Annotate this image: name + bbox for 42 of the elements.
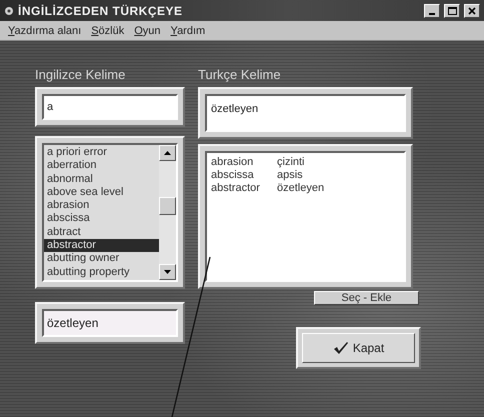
close-button[interactable] [464, 4, 480, 18]
result-turkish: özetleyen [277, 182, 326, 195]
list-item[interactable]: abstractor [44, 239, 159, 252]
list-item[interactable]: abscissa [44, 212, 159, 226]
list-item[interactable]: a priori error [44, 146, 159, 160]
select-add-button[interactable]: Seç - Ekle [314, 291, 419, 305]
list-item[interactable]: above sea level [44, 186, 159, 200]
minimize-button[interactable] [424, 4, 440, 18]
menu-item[interactable]: Oyun [134, 24, 161, 36]
menu-item[interactable]: Yazdırma alanı [8, 24, 82, 36]
result-english: abscissa [211, 169, 255, 182]
list-item[interactable]: abrasion [44, 199, 159, 212]
result-english: abstractor [211, 182, 261, 195]
result-turkish: çizinti [277, 156, 306, 169]
close-dialog-button[interactable]: Kapat [296, 327, 421, 369]
meaning-field[interactable]: özetleyen [42, 309, 178, 337]
list-item[interactable]: abtract [44, 226, 159, 240]
result-english: abrasion [211, 156, 254, 169]
scroll-down-button[interactable] [159, 264, 176, 280]
english-word-field[interactable]: a [42, 94, 178, 120]
maximize-button[interactable] [444, 4, 460, 18]
maximize-icon [448, 6, 456, 14]
menu-item[interactable]: Sözlük [91, 24, 124, 36]
result-turkish: apsis [277, 169, 304, 182]
up-arrow-icon [164, 151, 171, 155]
scrollbar[interactable] [159, 145, 176, 280]
app-icon [4, 6, 14, 16]
close-icon [468, 6, 476, 14]
menu-item[interactable]: Yardım [170, 24, 206, 36]
list-item[interactable]: abnormal [44, 172, 159, 186]
window-title: İNGİLİZCEDEN TÜRKÇEYE [18, 4, 184, 18]
checkmark-icon [332, 341, 349, 355]
scroll-up-button[interactable] [159, 145, 176, 161]
list-item[interactable]: aberration [44, 159, 159, 173]
down-arrow-icon [164, 270, 171, 274]
list-item[interactable]: abutting owner [44, 252, 159, 266]
turkish-word-field[interactable]: özetleyen [205, 94, 406, 132]
minimize-icon [429, 12, 435, 14]
field-label: Turkçe Kelime [198, 66, 282, 84]
list-item[interactable]: abutting property [44, 266, 159, 279]
field-label: Ingilizce Kelime [35, 66, 126, 84]
scroll-thumb[interactable] [159, 197, 176, 215]
